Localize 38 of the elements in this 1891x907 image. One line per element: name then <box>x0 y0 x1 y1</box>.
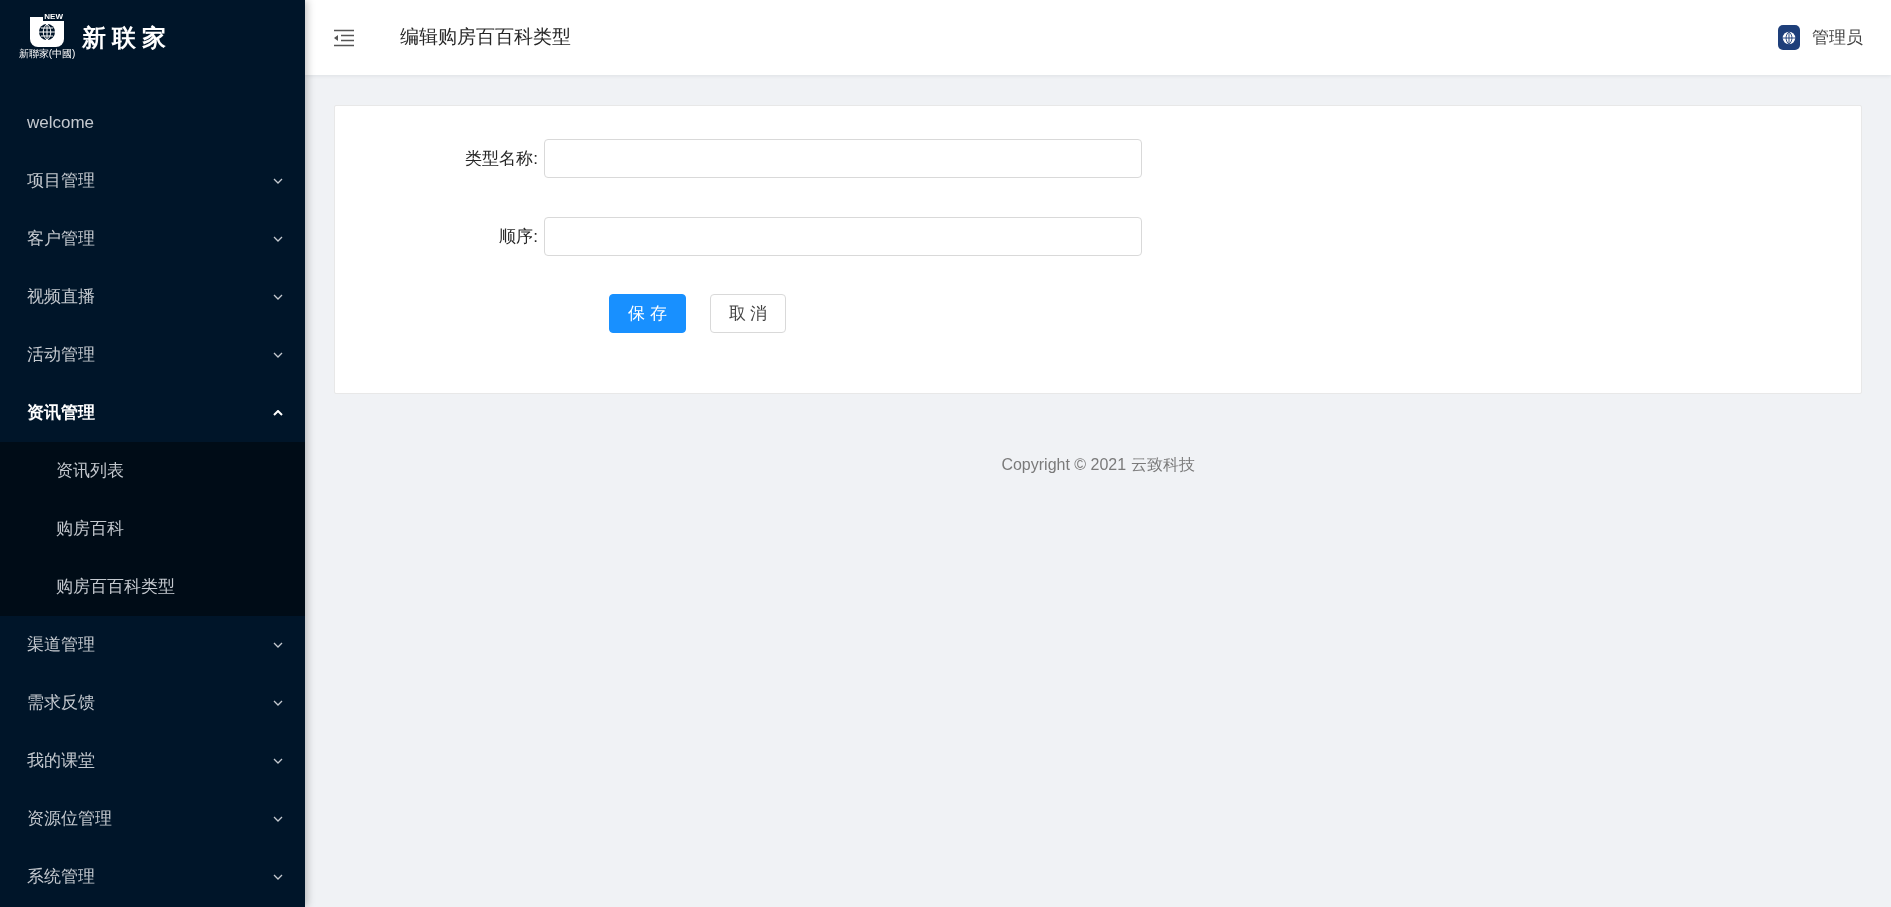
chevron-down-icon <box>273 758 283 764</box>
logo-badge: NEW <box>43 12 64 21</box>
chevron-down-icon <box>273 236 283 242</box>
globe-icon <box>1782 30 1796 45</box>
menu-item[interactable]: 客户管理 <box>0 210 305 268</box>
menu-item[interactable]: 系统管理 <box>0 848 305 906</box>
menu-item[interactable]: 视频直播 <box>0 268 305 326</box>
menu-item[interactable]: 我的课堂 <box>0 732 305 790</box>
menu-item[interactable]: 活动管理 <box>0 326 305 384</box>
page-title: 编辑购房百百科类型 <box>400 25 571 50</box>
menu-item[interactable]: 资讯管理 <box>0 384 305 442</box>
text-field[interactable] <box>544 139 1142 178</box>
cancel-button[interactable]: 取 消 <box>709 294 787 333</box>
chevron-down-icon <box>273 294 283 300</box>
logo-caption: 新聯家(中國) <box>18 48 76 59</box>
globe-icon <box>38 22 56 41</box>
brand-name: 新联家 <box>82 22 172 53</box>
chevron-down-icon <box>273 816 283 822</box>
copyright-text: Copyright © 2021 云致科技 <box>1001 455 1195 475</box>
menu-item[interactable]: 项目管理 <box>0 152 305 210</box>
field-label: 顺序: <box>498 225 539 248</box>
submenu-item[interactable]: 资讯列表 <box>0 442 305 500</box>
user-name[interactable]: 管理员 <box>1812 24 1863 51</box>
chevron-down-icon <box>273 874 283 880</box>
menu-fold-icon[interactable] <box>333 28 355 47</box>
submenu-item[interactable]: 购房百百科类型 <box>0 558 305 616</box>
menu-item[interactable]: 需求反馈 <box>0 674 305 732</box>
text-field[interactable] <box>544 217 1142 256</box>
chevron-up-icon <box>273 410 283 416</box>
chevron-down-icon <box>273 642 283 648</box>
chevron-down-icon <box>273 700 283 706</box>
chevron-down-icon <box>273 352 283 358</box>
menu-item[interactable]: 资源位管理 <box>0 790 305 848</box>
chevron-down-icon <box>273 178 283 184</box>
menu-item[interactable]: welcome <box>0 94 305 152</box>
menu-item[interactable]: 渠道管理 <box>0 616 305 674</box>
field-label: 类型名称: <box>464 147 539 170</box>
submenu-item[interactable]: 购房百科 <box>0 500 305 558</box>
